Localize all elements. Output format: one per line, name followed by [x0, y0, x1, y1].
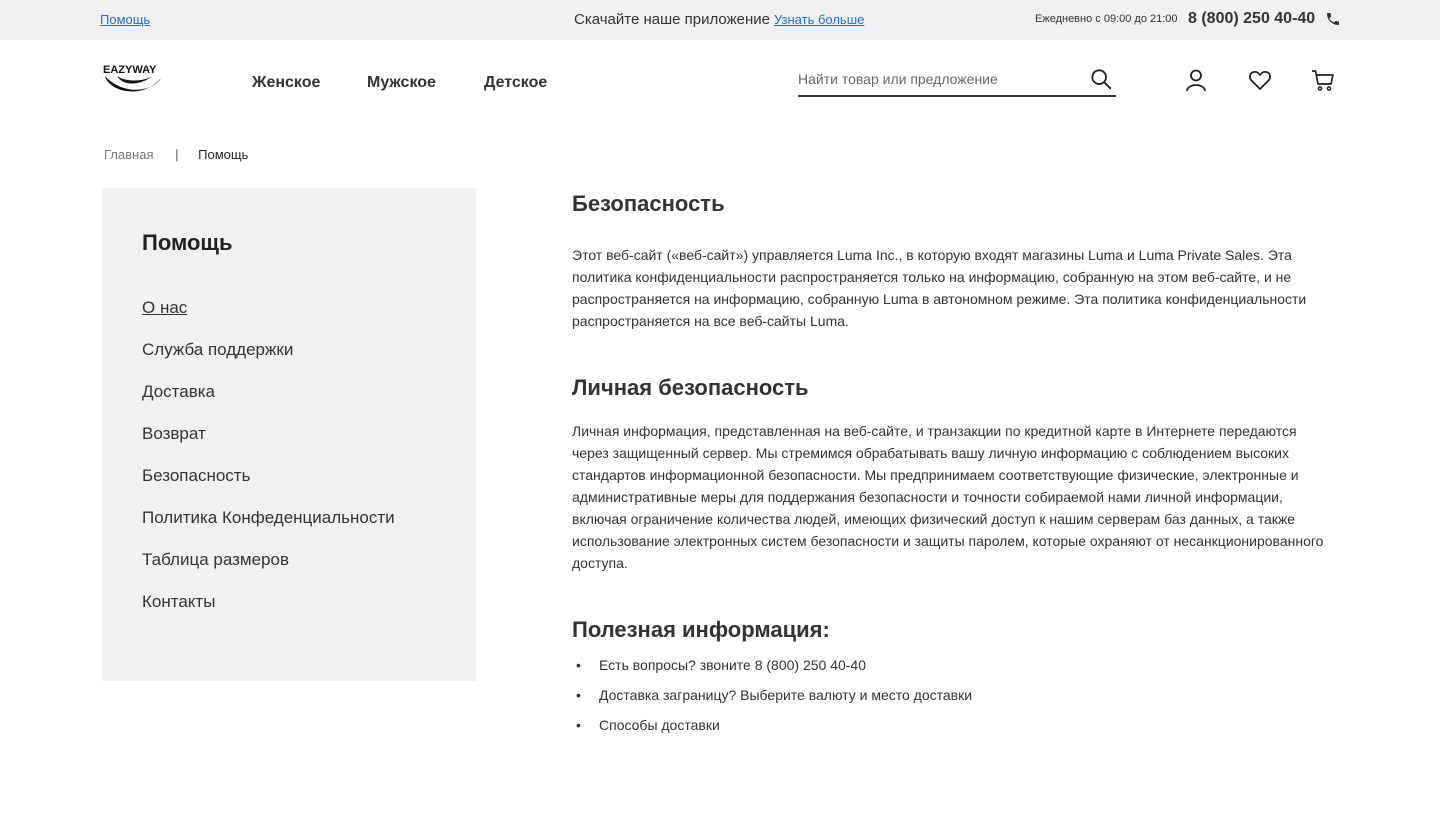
nav-kids[interactable]: Детское	[484, 74, 547, 92]
sidebar-item-about[interactable]: О нас	[142, 298, 395, 340]
sidebar-item-label: Служба поддержки	[142, 340, 294, 359]
sidebar-title: Помощь	[142, 230, 233, 255]
breadcrumb: Главная | Помощь	[104, 147, 248, 162]
personal-security-heading: Личная безопасность	[572, 375, 809, 400]
logo-text: EAZYWAY	[103, 64, 157, 76]
sidebar-item-privacy[interactable]: Политика Конфеденциальности	[142, 508, 395, 550]
search-box	[798, 64, 1116, 97]
help-sidebar: Помощь О нас Служба поддержки Доставка В…	[102, 188, 476, 681]
list-item: Есть вопросы? звоните 8 (800) 250 40-40	[572, 654, 972, 684]
sidebar-item-size-chart[interactable]: Таблица размеров	[142, 550, 395, 592]
sidebar-menu: О нас Служба поддержки Доставка Возврат …	[142, 298, 395, 634]
learn-more-link[interactable]: Узнать больше	[774, 12, 864, 27]
phone-icon[interactable]	[1325, 11, 1341, 27]
logo[interactable]: EAZYWAY	[103, 62, 165, 98]
security-heading: Безопасность	[572, 191, 725, 216]
search-icon[interactable]	[1090, 68, 1112, 90]
useful-info-heading: Полезная информация:	[572, 617, 830, 642]
useful-info-list: Есть вопросы? звоните 8 (800) 250 40-40 …	[572, 654, 972, 744]
sidebar-item-label: Возврат	[142, 424, 206, 443]
sidebar-item-label: Доставка	[142, 382, 216, 401]
nav-men[interactable]: Мужское	[367, 74, 436, 92]
heart-icon[interactable]	[1248, 68, 1272, 92]
cart-icon[interactable]	[1311, 68, 1335, 92]
sidebar-item-delivery[interactable]: Доставка	[142, 382, 395, 424]
list-item: Доставка заграницу? Выберите валюту и ме…	[572, 684, 972, 714]
sidebar-item-label: Политика Конфеденциальности	[142, 508, 395, 527]
app-promo-text: Скачайте наше приложение	[574, 11, 770, 28]
phone-number[interactable]: 8 (800) 250 40-40	[1188, 10, 1315, 28]
top-bar: Помощь Скачайте наше приложение Узнать б…	[0, 0, 1440, 40]
sidebar-item-contacts[interactable]: Контакты	[142, 592, 395, 634]
sidebar-item-label: Безопасность	[142, 466, 251, 485]
sidebar-item-label: О нас	[142, 298, 188, 317]
breadcrumb-current: Помощь	[198, 147, 249, 162]
sidebar-item-label: Таблица размеров	[142, 550, 289, 569]
sidebar-item-label: Контакты	[142, 592, 216, 611]
personal-security-paragraph: Личная информация, представленная на веб…	[572, 423, 1324, 571]
search-input[interactable]	[798, 68, 1078, 90]
sidebar-item-security[interactable]: Безопасность	[142, 466, 395, 508]
sidebar-item-returns[interactable]: Возврат	[142, 424, 395, 466]
sidebar-item-support[interactable]: Служба поддержки	[142, 340, 395, 382]
list-item: Способы доставки	[572, 714, 972, 744]
working-hours: Ежедневно с 09:00 до 21:00	[1035, 13, 1178, 25]
security-paragraph: Этот веб-сайт («веб-сайт») управляется L…	[572, 247, 1307, 329]
nav-women[interactable]: Женское	[252, 74, 320, 92]
breadcrumb-home[interactable]: Главная	[104, 147, 153, 162]
breadcrumb-separator: |	[175, 147, 179, 162]
help-link[interactable]: Помощь	[100, 12, 150, 27]
user-icon[interactable]	[1184, 68, 1208, 92]
